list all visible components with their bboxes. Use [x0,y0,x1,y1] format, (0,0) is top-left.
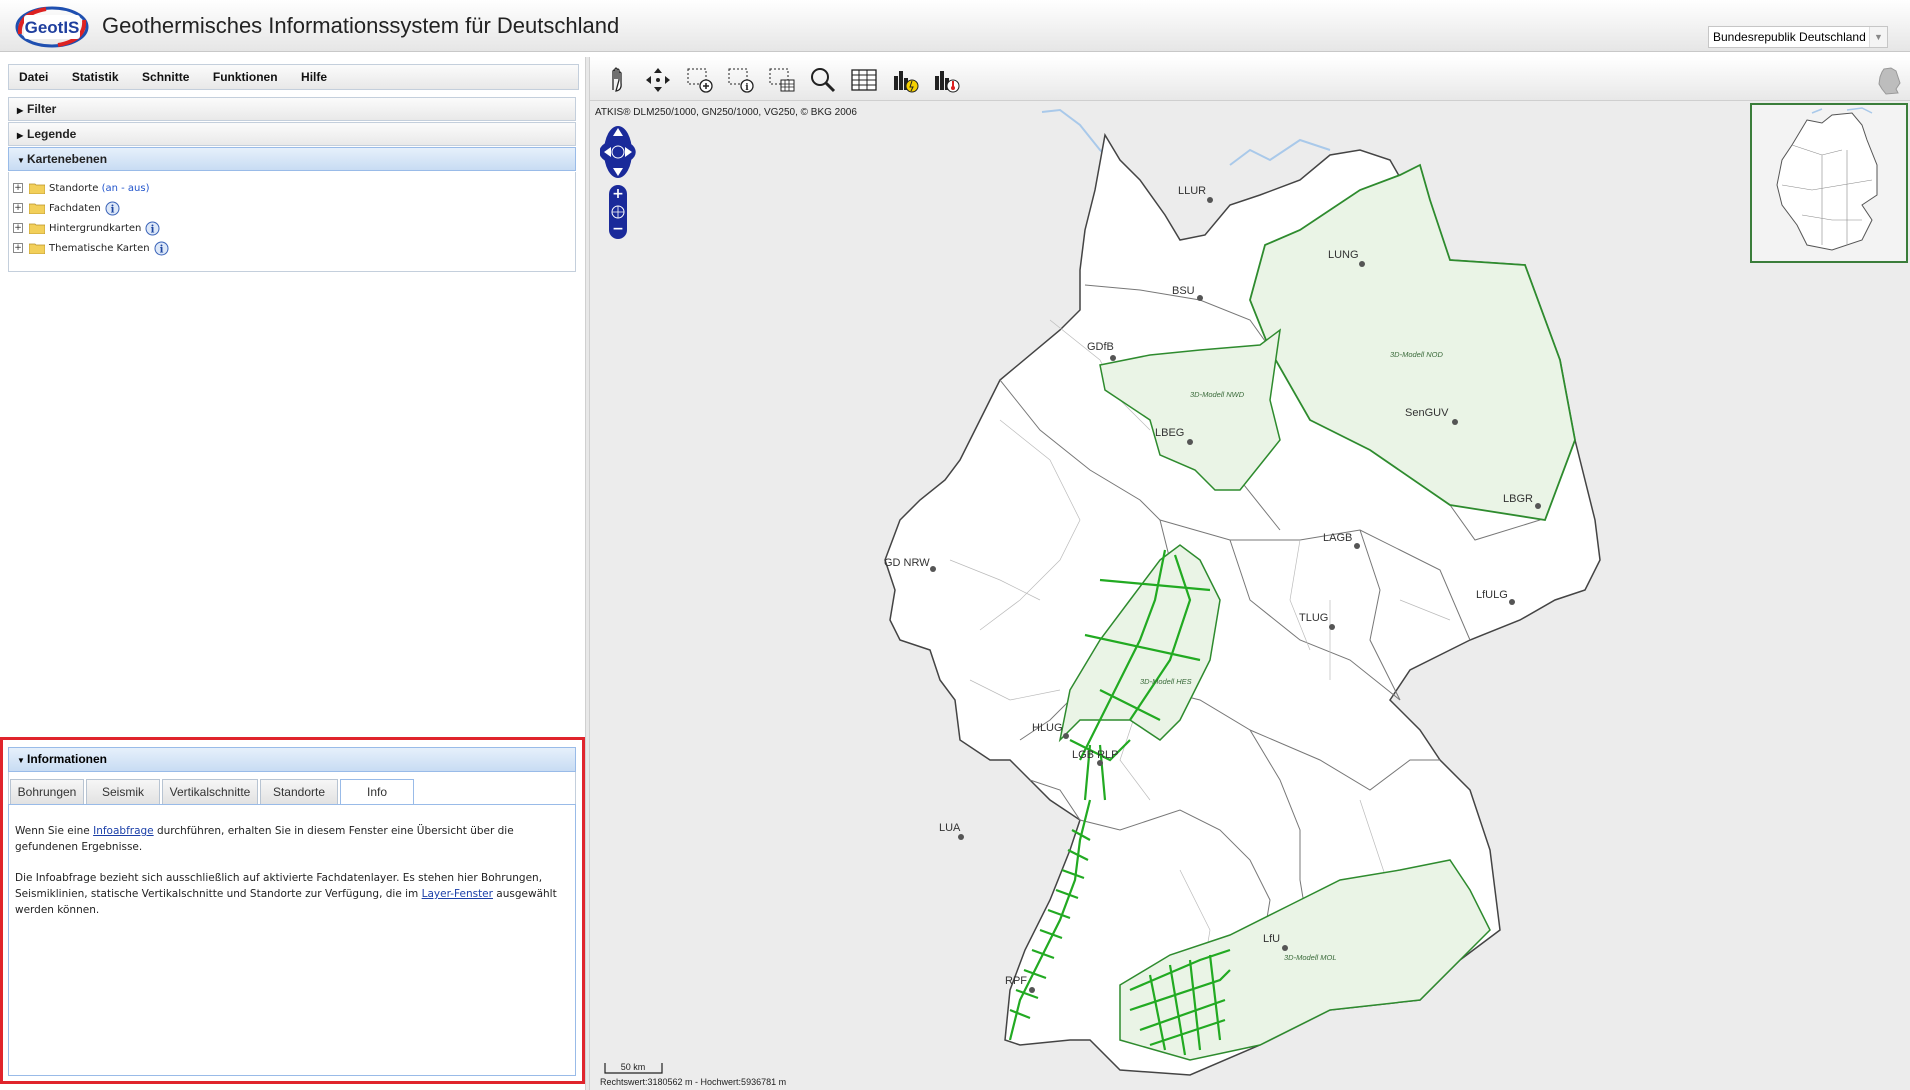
geotis-logo: GeotIS [15,6,89,48]
label-lbeg: LBEG [1155,427,1184,439]
layer-tree: + Standorte (an - aus) + Fachdaten i + H… [8,172,576,272]
svg-text:GeotIS: GeotIS [25,18,80,37]
tree-item-hintergrundkarten[interactable]: + Hintergrundkarten i [13,218,160,238]
info-paragraph-1: Wenn Sie eine Infoabfrage durchführen, e… [15,825,514,853]
coastline-baltic-sea [1229,138,1331,166]
tab-bohrungen[interactable]: Bohrungen [10,779,84,804]
svg-text:i: i [159,244,163,255]
label-lua: LUA [939,822,961,834]
menu-bar: Datei Statistik Schnitte Funktionen Hilf… [8,64,579,90]
label-bsu: BSU [1172,285,1195,297]
label-tlug: TLUG [1299,612,1328,624]
expand-icon[interactable]: + [13,243,23,253]
germany-map[interactable]: LLUR LUNG BSU GDfB SenGUV LBEG LBGR LAGB… [590,57,1910,1090]
marker-lagb[interactable] [1354,543,1360,549]
menu-statistik[interactable]: Statistik [72,65,119,89]
chevron-right-icon: ▶ [17,106,24,115]
tab-vertikalschnitte[interactable]: Vertikalschnitte [162,779,258,804]
label-model-hes: 3D-Modell HES [1140,677,1192,686]
marker-lfulg[interactable] [1509,599,1515,605]
info-icon[interactable]: i [105,201,120,216]
info-icon[interactable]: i [154,241,169,256]
label-senguv: SenGUV [1405,407,1449,419]
label-model-nwd: 3D-Modell NWD [1190,390,1245,399]
info-panel-header[interactable]: ▼ Informationen [8,747,576,772]
scale-bar: 50 km [604,1062,663,1074]
label-lfu: LfU [1263,933,1280,945]
map-coordinates: Rechtswert:3180562 m - Hochwert:5936781 … [600,1077,787,1087]
label-hlug: HLUG [1032,722,1063,734]
chevron-down-icon[interactable]: ▼ [1869,27,1887,47]
marker-llur[interactable] [1207,197,1213,203]
app-header: GeotIS Geothermisches Informationssystem… [0,0,1910,52]
folder-icon [29,183,45,194]
info-paragraph-2: Die Infoabfrage bezieht sich ausschließl… [15,872,557,916]
svg-text:i: i [151,224,155,235]
folder-icon [29,223,45,234]
info-tabs: Bohrungen Seismik Vertikalschnitte Stand… [8,772,576,805]
region-select-value: Bundesrepublik Deutschland [1713,30,1866,44]
label-llur: LLUR [1178,185,1206,197]
marker-lfu[interactable] [1282,945,1288,951]
chevron-down-icon: ▼ [17,756,25,765]
accordion-legende[interactable]: ▶ Legende [8,122,576,146]
label-lung: LUNG [1328,249,1359,261]
menu-datei[interactable]: Datei [19,65,48,89]
menu-hilfe[interactable]: Hilfe [301,65,327,89]
overview-map[interactable] [1750,103,1908,263]
standorte-toggle-link[interactable]: (an - aus) [102,183,150,194]
label-lagb: LAGB [1323,532,1352,544]
svg-text:i: i [110,204,114,215]
menu-funktionen[interactable]: Funktionen [213,65,278,89]
label-model-mol: 3D-Modell MOL [1284,953,1337,962]
chevron-down-icon: ▼ [17,156,25,165]
accordion-kartenebenen[interactable]: ▼ Kartenebenen [8,147,576,171]
marker-lbgr[interactable] [1535,503,1541,509]
folder-icon [29,203,45,214]
marker-senguv[interactable] [1452,419,1458,425]
info-icon[interactable]: i [145,221,160,236]
layer-fenster-link[interactable]: Layer-Fenster [422,888,493,900]
label-lbgr: LBGR [1503,493,1533,505]
expand-icon[interactable]: + [13,183,23,193]
tab-info[interactable]: Info [340,779,414,805]
tab-standorte[interactable]: Standorte [260,779,338,804]
marker-lua[interactable] [958,834,964,840]
expand-icon[interactable]: + [13,203,23,213]
tree-item-standorte[interactable]: + Standorte (an - aus) [13,178,150,198]
overview-map-graphic [1776,107,1878,251]
marker-gd-nrw[interactable] [930,566,936,572]
label-gd-nrw: GD NRW [884,557,930,569]
marker-hlug[interactable] [1063,733,1069,739]
label-lgb-rlp: LGB RLP [1072,749,1118,761]
marker-tlug[interactable] [1329,624,1335,630]
tree-item-fachdaten[interactable]: + Fachdaten i [13,198,120,218]
svg-text:50 km: 50 km [621,1062,646,1072]
infoabfrage-link[interactable]: Infoabfrage [93,825,154,837]
accordion-filter[interactable]: ▶ Filter [8,97,576,121]
chevron-right-icon: ▶ [17,131,24,140]
marker-lbeg[interactable] [1187,439,1193,445]
marker-gdfb[interactable] [1110,355,1116,361]
tree-item-thematische-karten[interactable]: + Thematische Karten i [13,238,169,258]
menu-schnitte[interactable]: Schnitte [142,65,189,89]
region-select[interactable]: Bundesrepublik Deutschland ▼ [1708,26,1888,48]
label-lfulg: LfULG [1476,589,1508,601]
marker-lung[interactable] [1359,261,1365,267]
marker-bsu[interactable] [1197,295,1203,301]
label-rpf: RPF [1005,975,1027,987]
app-title: Geothermisches Informationssystem für De… [102,13,620,38]
map-panel[interactable]: i ATKIS® DLM250/1000, GN250/1000, VG250,… [590,57,1910,1090]
folder-icon [29,243,45,254]
label-model-nod: 3D-Modell NOD [1390,350,1444,359]
tab-seismik[interactable]: Seismik [86,779,160,804]
label-gdfb: GDfB [1087,341,1114,353]
expand-icon[interactable]: + [13,223,23,233]
marker-rpf[interactable] [1029,987,1035,993]
info-panel-body: Wenn Sie eine Infoabfrage durchführen, e… [8,804,576,1076]
